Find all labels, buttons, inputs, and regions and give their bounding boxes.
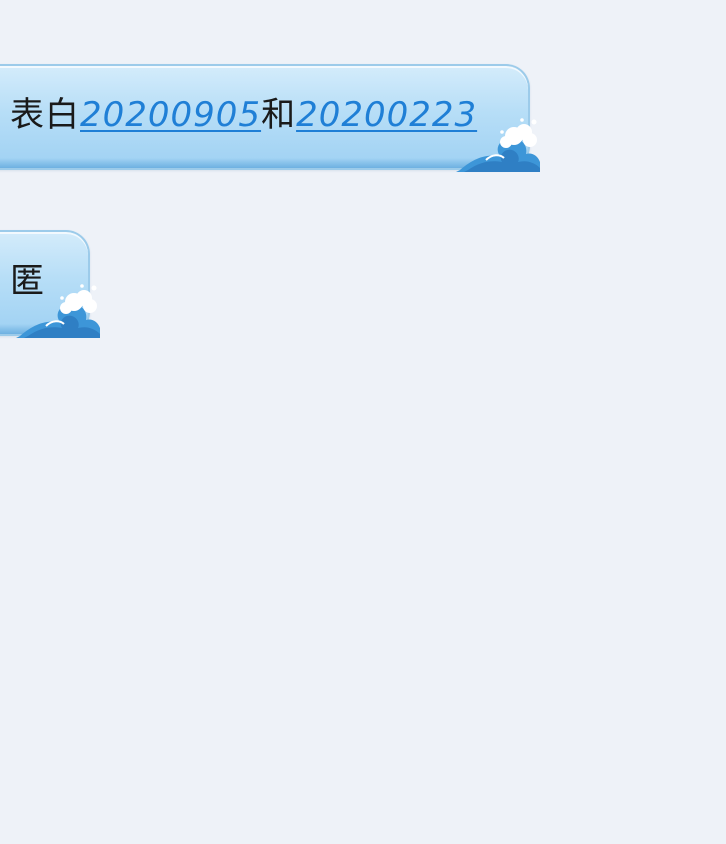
message-bubble[interactable]: 匿 bbox=[0, 230, 100, 338]
message-middle: 和 bbox=[261, 95, 297, 135]
message-bubble[interactable]: 表白20200905和20200223 bbox=[0, 64, 540, 172]
date-link-1[interactable]: 20200905 bbox=[80, 95, 261, 135]
chat-area: 表白20200905和20200223 匿 bbox=[0, 0, 726, 844]
wave-icon bbox=[16, 284, 100, 338]
date-link-2[interactable]: 20200223 bbox=[296, 95, 477, 135]
wave-icon bbox=[456, 118, 540, 172]
message-prefix: 表白 bbox=[10, 95, 80, 135]
bubble-shade bbox=[0, 158, 528, 168]
message-text: 表白20200905和20200223 bbox=[10, 92, 477, 138]
